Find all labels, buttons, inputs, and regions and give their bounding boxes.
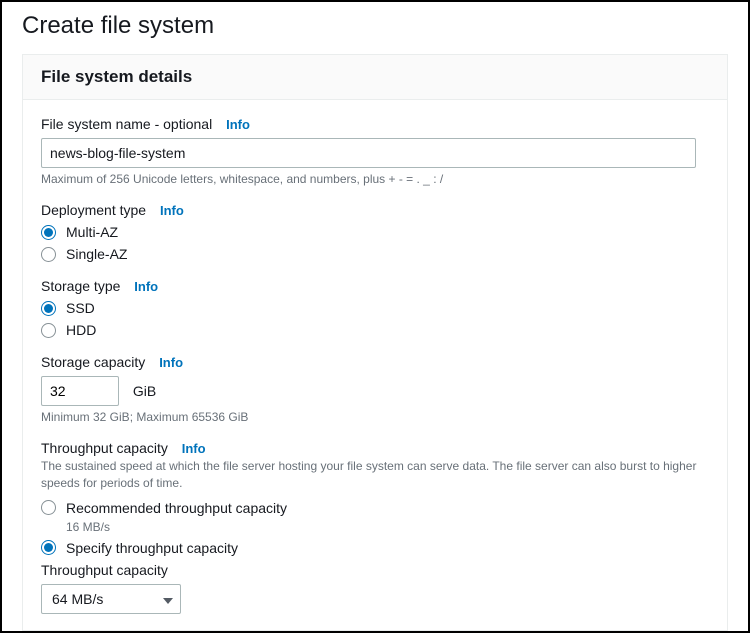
storage-capacity-label-row: Storage capacity Info: [41, 354, 709, 370]
throughput-select-label: Throughput capacity: [41, 562, 709, 578]
throughput-select-wrap[interactable]: 64 MB/s: [41, 584, 181, 614]
throughput-recommended-label: Recommended throughput capacity: [66, 500, 287, 516]
radio-icon: [41, 301, 56, 316]
storage-type-hdd-label: HDD: [66, 322, 96, 338]
storage-type-label-row: Storage type Info: [41, 278, 709, 294]
radio-icon: [41, 323, 56, 338]
throughput-recommended-radio[interactable]: Recommended throughput capacity: [41, 500, 709, 516]
throughput-recommended-sub: 16 MB/s: [66, 520, 709, 534]
fs-name-label-row: File system name - optional Info: [41, 116, 709, 132]
radio-icon: [41, 500, 56, 515]
storage-capacity-label: Storage capacity: [41, 354, 145, 370]
storage-capacity-section: Storage capacity Info GiB Minimum 32 GiB…: [41, 354, 709, 424]
storage-type-hdd-radio[interactable]: HDD: [41, 322, 709, 338]
throughput-select[interactable]: 64 MB/s: [41, 584, 181, 614]
throughput-specify-label: Specify throughput capacity: [66, 540, 238, 556]
storage-capacity-input[interactable]: [41, 376, 119, 406]
storage-type-ssd-label: SSD: [66, 300, 95, 316]
storage-capacity-input-row: GiB: [41, 376, 709, 406]
fs-name-helper: Maximum of 256 Unicode letters, whitespa…: [41, 172, 709, 186]
fs-name-input[interactable]: [41, 138, 696, 168]
file-system-details-panel: File system details File system name - o…: [22, 54, 728, 631]
create-file-system-page: Create file system File system details F…: [0, 0, 750, 633]
fs-name-section: File system name - optional Info Maximum…: [41, 116, 709, 186]
storage-type-section: Storage type Info SSD HDD: [41, 278, 709, 338]
storage-capacity-helper: Minimum 32 GiB; Maximum 65536 GiB: [41, 410, 709, 424]
fs-name-label: File system name - optional: [41, 116, 212, 132]
throughput-info-link[interactable]: Info: [182, 441, 206, 456]
radio-icon: [41, 540, 56, 555]
deployment-type-section: Deployment type Info Multi-AZ Single-AZ: [41, 202, 709, 262]
storage-capacity-unit: GiB: [133, 383, 156, 399]
throughput-specify-radio[interactable]: Specify throughput capacity: [41, 540, 709, 556]
deployment-single-az-radio[interactable]: Single-AZ: [41, 246, 709, 262]
radio-icon: [41, 225, 56, 240]
page-title: Create file system: [2, 2, 748, 54]
storage-type-label: Storage type: [41, 278, 120, 294]
storage-type-ssd-radio[interactable]: SSD: [41, 300, 709, 316]
storage-capacity-info-link[interactable]: Info: [159, 355, 183, 370]
deployment-type-label-row: Deployment type Info: [41, 202, 709, 218]
throughput-label-row: Throughput capacity Info: [41, 440, 709, 456]
deployment-multi-az-label: Multi-AZ: [66, 224, 118, 240]
deployment-type-info-link[interactable]: Info: [160, 203, 184, 218]
deployment-single-az-label: Single-AZ: [66, 246, 127, 262]
radio-icon: [41, 247, 56, 262]
panel-header: File system details: [23, 55, 727, 100]
throughput-helper: The sustained speed at which the file se…: [41, 458, 709, 492]
throughput-section: Throughput capacity Info The sustained s…: [41, 440, 709, 614]
fs-name-info-link[interactable]: Info: [226, 117, 250, 132]
storage-type-info-link[interactable]: Info: [134, 279, 158, 294]
panel-body: File system name - optional Info Maximum…: [23, 100, 727, 614]
throughput-label: Throughput capacity: [41, 440, 168, 456]
deployment-multi-az-radio[interactable]: Multi-AZ: [41, 224, 709, 240]
deployment-type-label: Deployment type: [41, 202, 146, 218]
